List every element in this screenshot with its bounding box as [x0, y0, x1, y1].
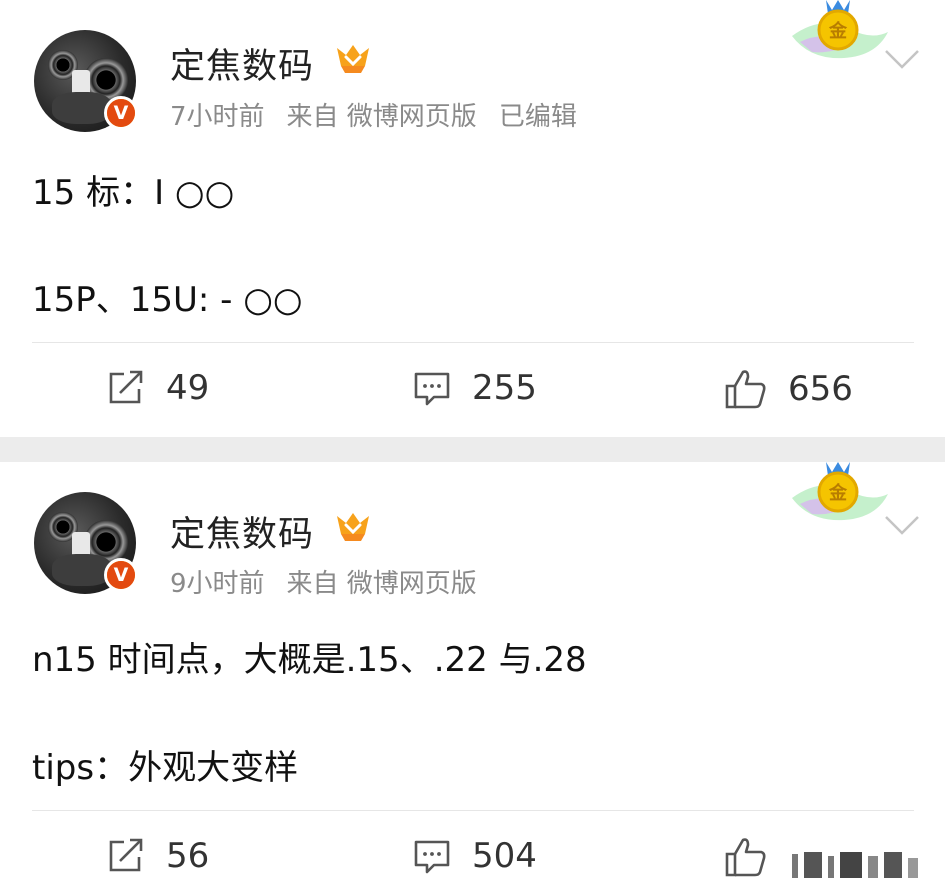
- repost-button[interactable]: 49: [106, 368, 209, 408]
- medal-text: 金: [828, 20, 848, 42]
- avatar-hand: [52, 554, 112, 586]
- weibo-post: V 定焦数码 7小时前 来自 微博网页版 已编辑 金 15 标：I ○○ 15P、1…: [0, 0, 945, 437]
- comment-icon: [414, 372, 450, 406]
- post-source: 来自 微博网页版: [286, 569, 477, 599]
- avatar-hand: [52, 92, 112, 124]
- repost-icon: [109, 838, 143, 872]
- repost-count: 49: [166, 368, 210, 408]
- comment-count: 255: [472, 368, 537, 408]
- weibo-post: V 定焦数码 9小时前 来自 微博网页版 金 n15 时间点，大概是.15、.22…: [0, 462, 945, 896]
- post-text-line: tips：外观大变样: [32, 748, 299, 788]
- gold-medal-icon[interactable]: 金: [792, 0, 888, 62]
- post-time[interactable]: 7小时前: [170, 102, 265, 132]
- watermark-logo: [792, 852, 918, 878]
- vip-crown-icon: [337, 513, 369, 541]
- comment-count: 504: [472, 836, 537, 876]
- edited-label[interactable]: 已编辑: [499, 102, 577, 132]
- post-time[interactable]: 9小时前: [170, 569, 265, 599]
- repost-icon: [109, 370, 143, 404]
- gold-medal-icon[interactable]: 金: [792, 462, 888, 524]
- post-separator: [0, 437, 945, 462]
- comment-icon: [414, 840, 450, 874]
- post-text-line: n15 时间点，大概是.15、.22 与.28: [32, 640, 587, 680]
- repost-button[interactable]: 56: [106, 836, 209, 876]
- post-text-line: 15P、15U: - ○○: [32, 280, 303, 320]
- post-source: 来自 微博网页版: [286, 102, 477, 132]
- username[interactable]: 定焦数码: [170, 506, 314, 557]
- like-button[interactable]: 656: [724, 368, 853, 410]
- verified-badge-icon: V: [104, 558, 138, 592]
- comment-button[interactable]: 255: [412, 368, 537, 408]
- comment-button[interactable]: 504: [412, 836, 537, 876]
- like-count: 656: [788, 369, 853, 409]
- thumbs-up-icon: [725, 838, 766, 877]
- post-meta: 7小时前 来自 微博网页版 已编辑: [170, 96, 599, 133]
- like-button[interactable]: [724, 836, 788, 878]
- post-text-line: 15 标：I ○○: [32, 173, 235, 213]
- repost-count: 56: [166, 836, 210, 876]
- action-divider: [32, 342, 914, 343]
- chevron-down-icon[interactable]: [884, 48, 920, 70]
- medal-text: 金: [828, 482, 848, 504]
- chevron-down-icon[interactable]: [884, 514, 920, 536]
- thumbs-up-icon: [725, 370, 766, 409]
- avatar[interactable]: V: [34, 492, 138, 594]
- verified-badge-icon: V: [104, 96, 138, 130]
- post-meta: 9小时前 来自 微博网页版: [170, 563, 499, 600]
- username[interactable]: 定焦数码: [170, 38, 314, 89]
- vip-crown-icon: [337, 45, 369, 73]
- action-divider: [32, 810, 914, 811]
- avatar[interactable]: V: [34, 30, 138, 132]
